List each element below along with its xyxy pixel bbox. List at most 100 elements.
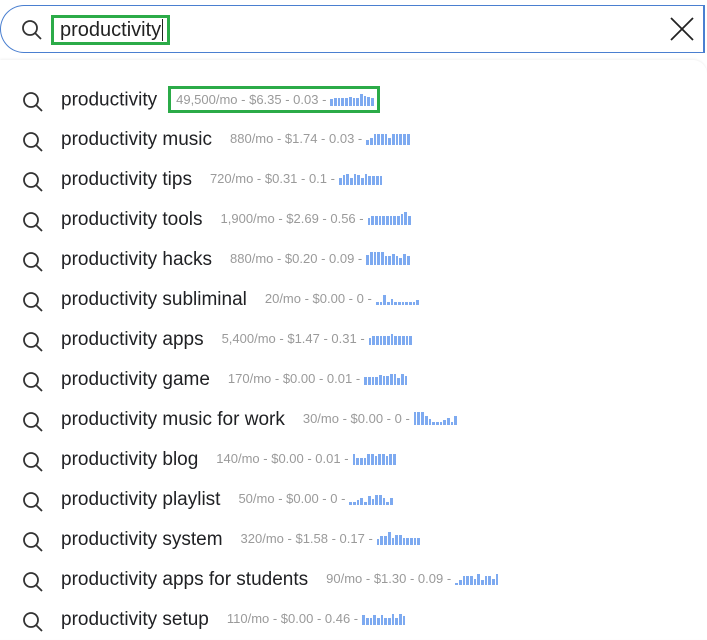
sparkline-bar (383, 336, 387, 346)
sparkline-bar (450, 421, 454, 426)
sparkline-bar (413, 412, 417, 426)
close-icon[interactable] (669, 16, 695, 42)
sparkline-bar (397, 216, 400, 226)
sparkline-bar (356, 499, 360, 506)
sparkline-bar (378, 375, 382, 386)
keyword-metrics: 1,900/mo - $2.69 - 0.56 - (221, 211, 411, 226)
sparkline-bar (365, 617, 369, 626)
sparkline-bar (477, 573, 480, 586)
keyword-metrics: 50/mo - $0.00 - 0 - (238, 491, 393, 506)
sparkline-bar (348, 97, 352, 106)
text-cursor (162, 19, 164, 41)
metrics-text: 320/mo - $1.58 - 0.17 - (240, 531, 373, 547)
keyword-metrics: 5,400/mo - $1.47 - 0.31 - (222, 331, 412, 346)
sparkline-bar (371, 377, 375, 386)
suggestion-keyword-row: productivity apps for students 90/mo - $1… (61, 569, 499, 591)
suggestion-keyword-row: productivity blog 140/mo - $0.00 - 0.01 - (61, 449, 396, 471)
trend-sparkline (352, 452, 396, 466)
sparkline-bar (492, 578, 495, 586)
sparkline-bar (404, 212, 408, 226)
suggestion-item[interactable]: productivity playlist 50/mo - $0.00 - 0 - (0, 480, 707, 520)
sparkline-bar (375, 175, 379, 186)
sparkline-bar (370, 97, 374, 106)
sparkline-bar (380, 615, 384, 626)
sparkline-bar (406, 256, 410, 266)
sparkline-bar (388, 137, 392, 146)
metrics-text: 49,500/mo - $6.35 - 0.03 - (176, 91, 327, 107)
suggestion-item[interactable]: productivity apps 5,400/mo - $1.47 - 0.31… (0, 320, 707, 360)
suggestion-keyword-row: productivity music 880/mo - $1.74 - 0.03 … (61, 129, 410, 151)
search-icon (22, 251, 44, 278)
trend-sparkline (338, 172, 383, 186)
sparkline-bar (377, 252, 381, 266)
metrics-text: 720/mo - $0.31 - 0.1 - (209, 171, 335, 187)
suggestion-keyword: productivity blog (61, 449, 199, 470)
sparkline-bar (404, 376, 408, 386)
suggestion-keyword-row: productivity hacks 880/mo - $0.20 - 0.09 … (61, 249, 410, 271)
suggestion-keyword-row: productivity 49,500/mo - $6.35 - 0.03 - (61, 85, 380, 114)
suggestion-item[interactable]: productivity music 880/mo - $1.74 - 0.03 … (0, 120, 707, 160)
sparkline-bar (388, 256, 392, 266)
sparkline-bar (380, 535, 384, 546)
suggestion-item[interactable]: productivity tools 1,900/mo - $2.69 - 0.5… (0, 200, 707, 240)
sparkline-bar (381, 252, 384, 266)
sparkline-bar (367, 453, 370, 466)
sparkline-bar (378, 453, 382, 466)
sparkline-bar (435, 421, 439, 426)
sparkline-bar (421, 412, 424, 426)
sparkline-bar (371, 498, 375, 506)
sparkline-bar (405, 302, 408, 306)
sparkline-bar (381, 133, 384, 146)
sparkline-bar (392, 134, 395, 146)
sparkline-bar (367, 377, 371, 386)
suggestion-keyword: productivity playlist (61, 489, 221, 510)
suggestion-item[interactable]: productivity game 170/mo - $0.00 - 0.01 - (0, 360, 707, 400)
sparkline-bar (387, 617, 391, 626)
sparkline-bar (462, 576, 466, 586)
sparkline-bar (382, 453, 385, 466)
metrics-text: 140/mo - $0.00 - 0.01 - (216, 451, 349, 467)
suggestion-item[interactable]: productivity music for work 30/mo - $0.00… (0, 400, 707, 440)
keyword-metrics: 140/mo - $0.00 - 0.01 - (216, 451, 396, 466)
suggestion-item[interactable]: productivity system 320/mo - $1.58 - 0.17… (0, 520, 707, 560)
sparkline-bar (386, 301, 390, 306)
sparkline-bar (384, 617, 387, 626)
sparkline-bar (455, 582, 458, 586)
sparkline-bar (399, 257, 403, 266)
sparkline-bar (364, 501, 367, 506)
sparkline-bar (366, 139, 369, 146)
suggestion-keyword-row: productivity subliminal 20/mo - $0.00 - 0… (61, 289, 420, 311)
sparkline-bar (389, 216, 393, 226)
sparkline-bar (403, 133, 406, 146)
sparkline-bar (375, 301, 379, 306)
sparkline-bar (330, 99, 334, 106)
sparkline-bar (393, 373, 397, 386)
search-box[interactable]: productivity (0, 5, 705, 53)
sparkline-bar (401, 302, 405, 306)
suggestion-item[interactable]: productivity tips 720/mo - $0.31 - 0.1 - (0, 160, 707, 200)
trend-sparkline (330, 93, 374, 106)
suggestion-item[interactable]: productivity apps for students 90/mo - $1… (0, 560, 707, 600)
sparkline-bar (356, 97, 359, 106)
suggestion-keyword: productivity (61, 89, 158, 111)
sparkline-bar (375, 495, 378, 506)
suggestion-item[interactable]: productivity blog 140/mo - $0.00 - 0.01 - (0, 440, 707, 480)
suggestion-item[interactable]: productivity subliminal 20/mo - $0.00 - 0… (0, 280, 707, 320)
suggestion-item[interactable]: productivity setup 110/mo - $0.00 - 0.46 … (0, 600, 707, 640)
search-icon (22, 451, 44, 478)
keyword-metrics: 30/mo - $0.00 - 0 - (303, 411, 458, 426)
sparkline-bar (386, 216, 389, 226)
suggestion-item[interactable]: productivity hacks 880/mo - $0.20 - 0.09 … (0, 240, 707, 280)
sparkline-bar (356, 457, 359, 466)
sparkline-bar (353, 173, 357, 186)
keyword-metrics: 880/mo - $1.74 - 0.03 - (230, 131, 410, 146)
keyword-metrics: 880/mo - $0.20 - 0.09 - (230, 251, 410, 266)
sparkline-bar (443, 419, 446, 426)
trend-sparkline (367, 212, 411, 226)
sparkline-bar (389, 497, 393, 506)
sparkline-bar (382, 376, 386, 386)
sparkline-bar (386, 501, 389, 506)
sparkline-bar (413, 537, 417, 546)
suggestion-item[interactable]: productivity 49,500/mo - $6.35 - 0.03 - (0, 80, 707, 120)
search-input[interactable]: productivity (51, 15, 171, 45)
